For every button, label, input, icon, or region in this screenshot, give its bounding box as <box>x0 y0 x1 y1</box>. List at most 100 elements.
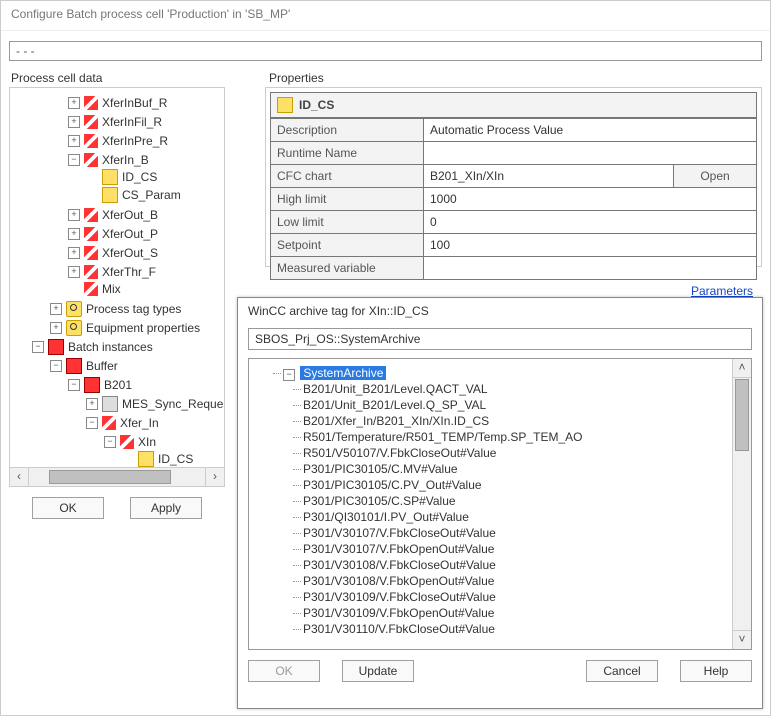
phase-icon <box>84 265 98 279</box>
phase-icon <box>84 208 98 222</box>
prop-value[interactable]: Automatic Process Value <box>424 119 757 142</box>
dialog-help-button[interactable]: Help <box>680 660 752 682</box>
dialog-cancel-button[interactable]: Cancel <box>586 660 658 682</box>
dialog-update-button[interactable]: Update <box>342 660 414 682</box>
parameters-link[interactable]: Parameters <box>691 284 753 298</box>
archive-item[interactable]: P301/V30109/V.FbkCloseOut#Value <box>303 589 747 605</box>
prop-key: Setpoint <box>271 234 424 257</box>
prop-value[interactable] <box>424 257 757 280</box>
archive-item[interactable]: P301/PIC30105/C.PV_Out#Value <box>303 477 747 493</box>
tree-item[interactable]: +XferInFil_R <box>68 114 162 130</box>
tree-item[interactable]: +XferThr_F <box>68 264 156 280</box>
tree-item[interactable]: −XIn <box>104 434 156 450</box>
archive-item[interactable]: P301/V30107/V.FbkOpenOut#Value <box>303 541 747 557</box>
archive-item[interactable]: B201/Unit_B201/Level.Q_SP_VAL <box>303 397 747 413</box>
open-cfc-button[interactable]: Open <box>674 165 757 188</box>
process-cell-tree[interactable]: +XferInBuf_R +XferInFil_R +XferInPre_R −… <box>10 88 224 472</box>
main-window: Configure Batch process cell 'Production… <box>0 0 771 716</box>
archive-item[interactable]: P301/PIC30105/C.MV#Value <box>303 461 747 477</box>
archive-item[interactable]: P301/PIC30105/C.SP#Value <box>303 493 747 509</box>
vscroll-thumb[interactable] <box>735 379 749 451</box>
archive-tree-panel: − SystemArchive B201/Unit_B201/Level.QAC… <box>248 358 752 650</box>
tree-item[interactable]: +Process tag types <box>50 301 181 317</box>
property-object-header: ID_CS <box>270 92 757 118</box>
prop-key: Low limit <box>271 211 424 234</box>
tree-collapse-icon[interactable]: − <box>283 369 295 381</box>
archive-item[interactable]: P301/V30107/V.FbkCloseOut#Value <box>303 525 747 541</box>
group-icon <box>66 301 82 317</box>
phase-icon <box>84 227 98 241</box>
archive-item[interactable]: R501/Temperature/R501_TEMP/Temp.SP_TEM_A… <box>303 429 747 445</box>
archive-item[interactable]: P301/V30110/V.FbkCloseOut#Value <box>303 621 747 637</box>
scroll-left-icon[interactable]: ‹ <box>10 468 29 486</box>
prop-value[interactable]: 1000 <box>424 188 757 211</box>
apply-button[interactable]: Apply <box>130 497 202 519</box>
phase-icon <box>84 134 98 148</box>
tree-item[interactable]: +Equipment properties <box>50 320 200 336</box>
tree-hscroll[interactable]: ‹ › <box>10 467 224 486</box>
tree-item[interactable]: −B201 <box>68 377 132 393</box>
archive-path-field[interactable]: SBOS_Prj_OS::SystemArchive <box>248 328 752 350</box>
tree-item[interactable]: CS_Param <box>86 187 181 203</box>
prop-value[interactable]: 100 <box>424 234 757 257</box>
process-cell-data-label: Process cell data <box>11 71 102 85</box>
prop-key: Description <box>271 119 424 142</box>
prop-value[interactable]: B201_XIn/XIn <box>424 165 674 188</box>
prop-value[interactable] <box>424 142 757 165</box>
tree-item[interactable]: +XferInBuf_R <box>68 95 167 111</box>
scroll-up-icon[interactable]: ˄ <box>733 359 751 378</box>
prop-value[interactable]: 0 <box>424 211 757 234</box>
archive-root[interactable]: SystemArchive <box>300 366 386 380</box>
phase-icon <box>84 96 98 110</box>
unit-icon <box>84 377 100 393</box>
phase-icon <box>102 416 116 430</box>
scroll-right-icon[interactable]: › <box>205 468 224 486</box>
process-cell-tree-panel: +XferInBuf_R +XferInFil_R +XferInPre_R −… <box>9 87 225 487</box>
tree-item[interactable]: +XferOut_B <box>68 207 158 223</box>
archive-item[interactable]: P301/V30108/V.FbkCloseOut#Value <box>303 557 747 573</box>
phase-icon <box>84 115 98 129</box>
tree-item[interactable]: ID_CS <box>86 169 157 185</box>
prop-key: Measured variable <box>271 257 424 280</box>
archive-item[interactable]: B201/Unit_B201/Level.QACT_VAL <box>303 381 747 397</box>
tree-item[interactable]: −Xfer_In <box>86 415 159 431</box>
phase-icon <box>84 246 98 260</box>
tree-item[interactable]: −Buffer <box>50 358 118 374</box>
tree-item[interactable]: +MES_Sync_Request <box>86 396 224 412</box>
tree-item[interactable]: ID_CS <box>122 451 193 467</box>
param-icon <box>102 169 118 185</box>
tree-item[interactable]: +XferInPre_R <box>68 133 168 149</box>
group-icon <box>66 320 82 336</box>
archive-tag-dialog: WinCC archive tag for XIn::ID_CS SBOS_Pr… <box>237 297 763 709</box>
phase-icon <box>84 153 98 167</box>
archive-vscroll[interactable]: ˄ ˅ <box>732 359 751 649</box>
tree-item[interactable]: −XferIn_B <box>68 152 149 168</box>
archive-item[interactable]: R501/V50107/V.FbkCloseOut#Value <box>303 445 747 461</box>
tree-item[interactable]: +XferOut_P <box>68 226 158 242</box>
archive-tree[interactable]: − SystemArchive B201/Unit_B201/Level.QAC… <box>249 359 751 643</box>
phase-icon <box>84 282 98 296</box>
tree-item[interactable]: +XferOut_S <box>68 245 158 261</box>
param-icon <box>277 97 293 113</box>
block-icon <box>102 396 118 412</box>
param-icon <box>102 187 118 203</box>
info-bar: - - - <box>9 41 762 61</box>
prop-key: CFC chart <box>271 165 424 188</box>
unit-icon <box>66 358 82 374</box>
prop-key: Runtime Name <box>271 142 424 165</box>
instances-icon <box>48 339 64 355</box>
archive-item[interactable]: P301/V30108/V.FbkOpenOut#Value <box>303 573 747 589</box>
prop-key: High limit <box>271 188 424 211</box>
properties-panel: ID_CS Description Automatic Process Valu… <box>265 87 762 267</box>
archive-item[interactable]: P301/QI30101/I.PV_Out#Value <box>303 509 747 525</box>
window-title: Configure Batch process cell 'Production… <box>1 1 770 31</box>
hscroll-thumb[interactable] <box>49 470 171 484</box>
tree-item[interactable]: −Batch instances <box>32 339 153 355</box>
dialog-ok-button[interactable]: OK <box>248 660 320 682</box>
properties-table: Description Automatic Process Value Runt… <box>270 118 757 280</box>
tree-item[interactable]: Mix <box>68 281 121 297</box>
ok-button[interactable]: OK <box>32 497 104 519</box>
archive-item[interactable]: P301/V30109/V.FbkOpenOut#Value <box>303 605 747 621</box>
archive-item[interactable]: B201/Xfer_In/B201_XIn/XIn.ID_CS <box>303 413 747 429</box>
scroll-down-icon[interactable]: ˅ <box>733 630 751 649</box>
